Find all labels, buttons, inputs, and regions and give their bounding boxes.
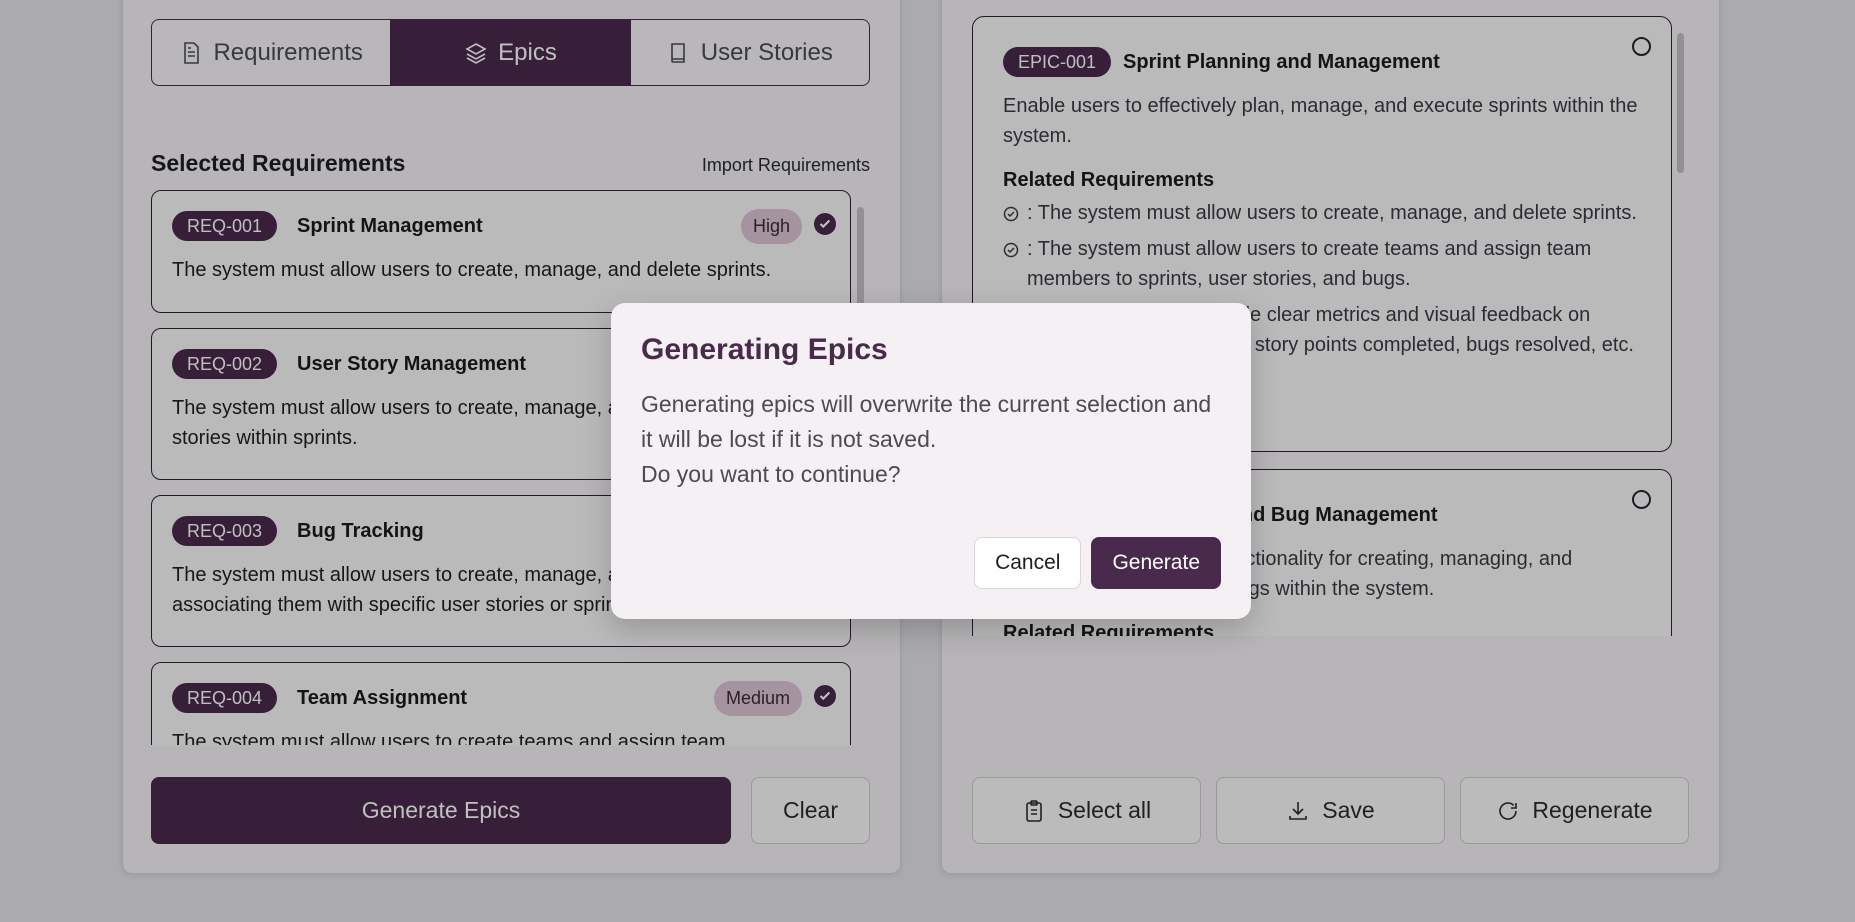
confirm-dialog: Generating Epics Generating epics will o… <box>611 303 1251 619</box>
dialog-title: Generating Epics <box>641 333 888 366</box>
dialog-message: Generating epics will overwrite the curr… <box>641 391 1212 487</box>
cancel-button[interactable]: Cancel <box>974 537 1082 589</box>
generate-button[interactable]: Generate <box>1091 537 1221 589</box>
